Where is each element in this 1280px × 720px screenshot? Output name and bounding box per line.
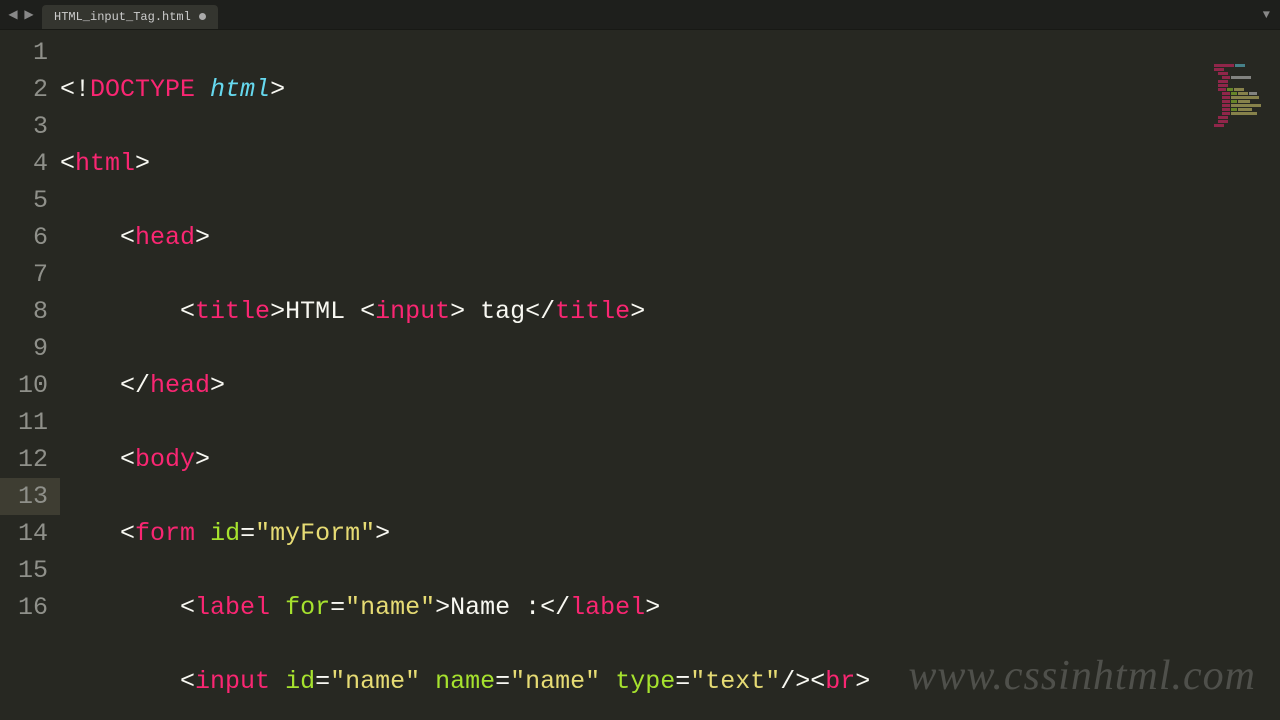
nav-forward-icon[interactable]: ▶ — [22, 8, 36, 22]
nav-back-icon[interactable]: ◀ — [6, 8, 20, 22]
code-line: <form id="myForm"> — [60, 515, 1280, 552]
tab-dropdown-icon[interactable]: ▼ — [1253, 8, 1280, 22]
line-number-gutter: 1 2 3 4 5 6 7 8 9 10 11 12 13 14 15 16 — [0, 30, 60, 720]
code-line: <body> — [60, 441, 1280, 478]
code-line: <input id="name" name="name" type="text"… — [60, 663, 1280, 700]
tab-filename: HTML_input_Tag.html — [54, 10, 191, 24]
editor[interactable]: 1 2 3 4 5 6 7 8 9 10 11 12 13 14 15 16 <… — [0, 30, 1280, 720]
tab-bar: ◀ ▶ HTML_input_Tag.html ▼ — [0, 0, 1280, 30]
file-tab[interactable]: HTML_input_Tag.html — [42, 5, 218, 29]
nav-arrows: ◀ ▶ — [0, 8, 42, 22]
code-line: <label for="name">Name :</label> — [60, 589, 1280, 626]
code-line: <html> — [60, 145, 1280, 182]
dirty-indicator-icon — [199, 13, 206, 20]
code-area[interactable]: <!DOCTYPE html> <html> <head> <title>HTM… — [60, 30, 1280, 720]
code-line: <head> — [60, 219, 1280, 256]
code-line: <!DOCTYPE html> — [60, 71, 1280, 108]
code-line: </head> — [60, 367, 1280, 404]
code-line: <title>HTML <input> tag</title> — [60, 293, 1280, 330]
